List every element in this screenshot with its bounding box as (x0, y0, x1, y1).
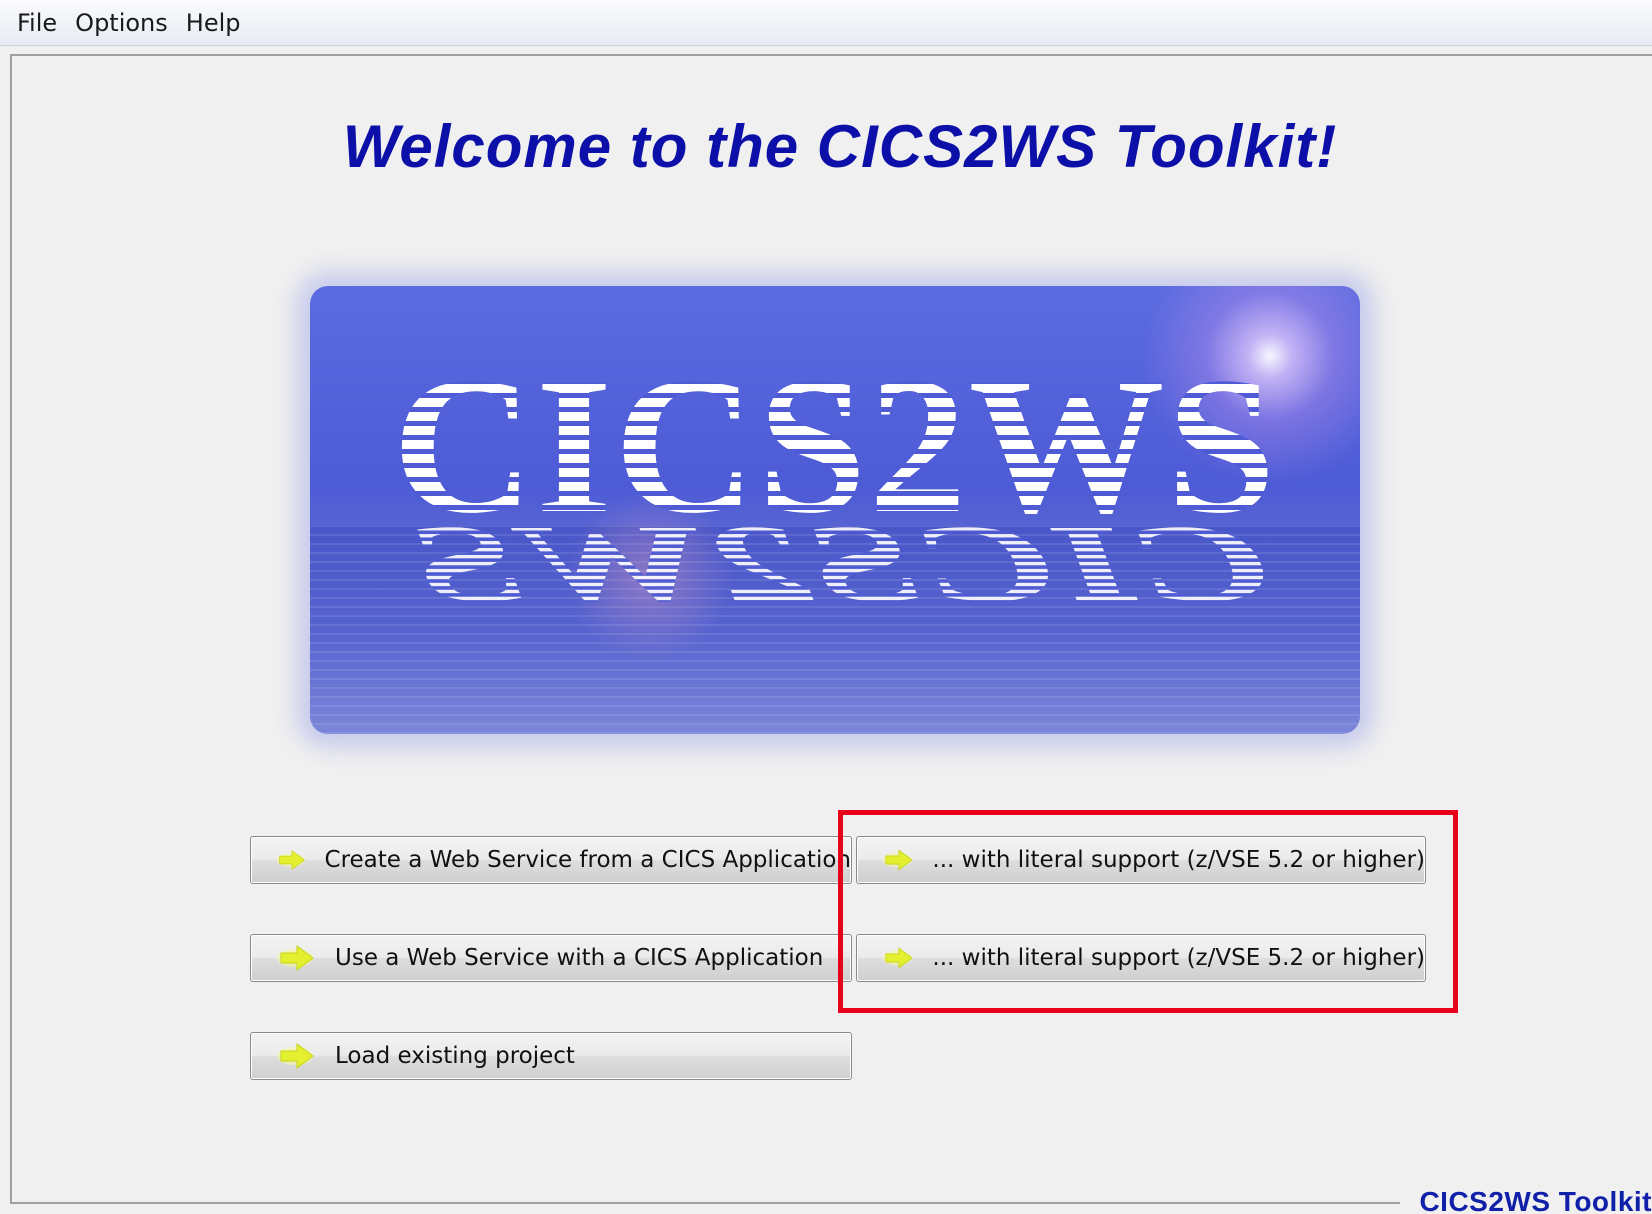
create-web-service-label: Create a Web Service from a CICS Applica… (324, 847, 851, 873)
create-web-service-button[interactable]: Create a Web Service from a CICS Applica… (250, 836, 852, 884)
panel-bottom-border (10, 1202, 1400, 1204)
footer-label: CICS2WS Toolkit (1419, 1186, 1652, 1214)
highlight-annotation-box (838, 810, 1458, 1013)
menu-bar: File Options Help (0, 0, 1652, 46)
use-web-service-button[interactable]: Use a Web Service with a CICS Applicatio… (250, 934, 852, 982)
menu-help[interactable]: Help (177, 5, 250, 41)
menu-file[interactable]: File (8, 5, 66, 41)
logo-reflection-text: CICS2WS (389, 503, 1292, 625)
arrow-right-icon (277, 1043, 314, 1069)
arrow-right-icon (277, 945, 314, 971)
load-project-label: Load existing project (335, 1043, 575, 1069)
cics2ws-logo: CICS2WS CICS2WS (310, 286, 1360, 734)
app-window: File Options Help Welcome to the CICS2WS… (0, 0, 1652, 1214)
logo-wordmark: CICS2WS CICS2WS (389, 337, 1292, 625)
load-project-button[interactable]: Load existing project (250, 1032, 852, 1080)
menu-options[interactable]: Options (66, 5, 177, 41)
arrow-right-icon (276, 849, 305, 871)
welcome-title: Welcome to the CICS2WS Toolkit! (342, 113, 1338, 180)
use-web-service-label: Use a Web Service with a CICS Applicatio… (335, 945, 824, 971)
